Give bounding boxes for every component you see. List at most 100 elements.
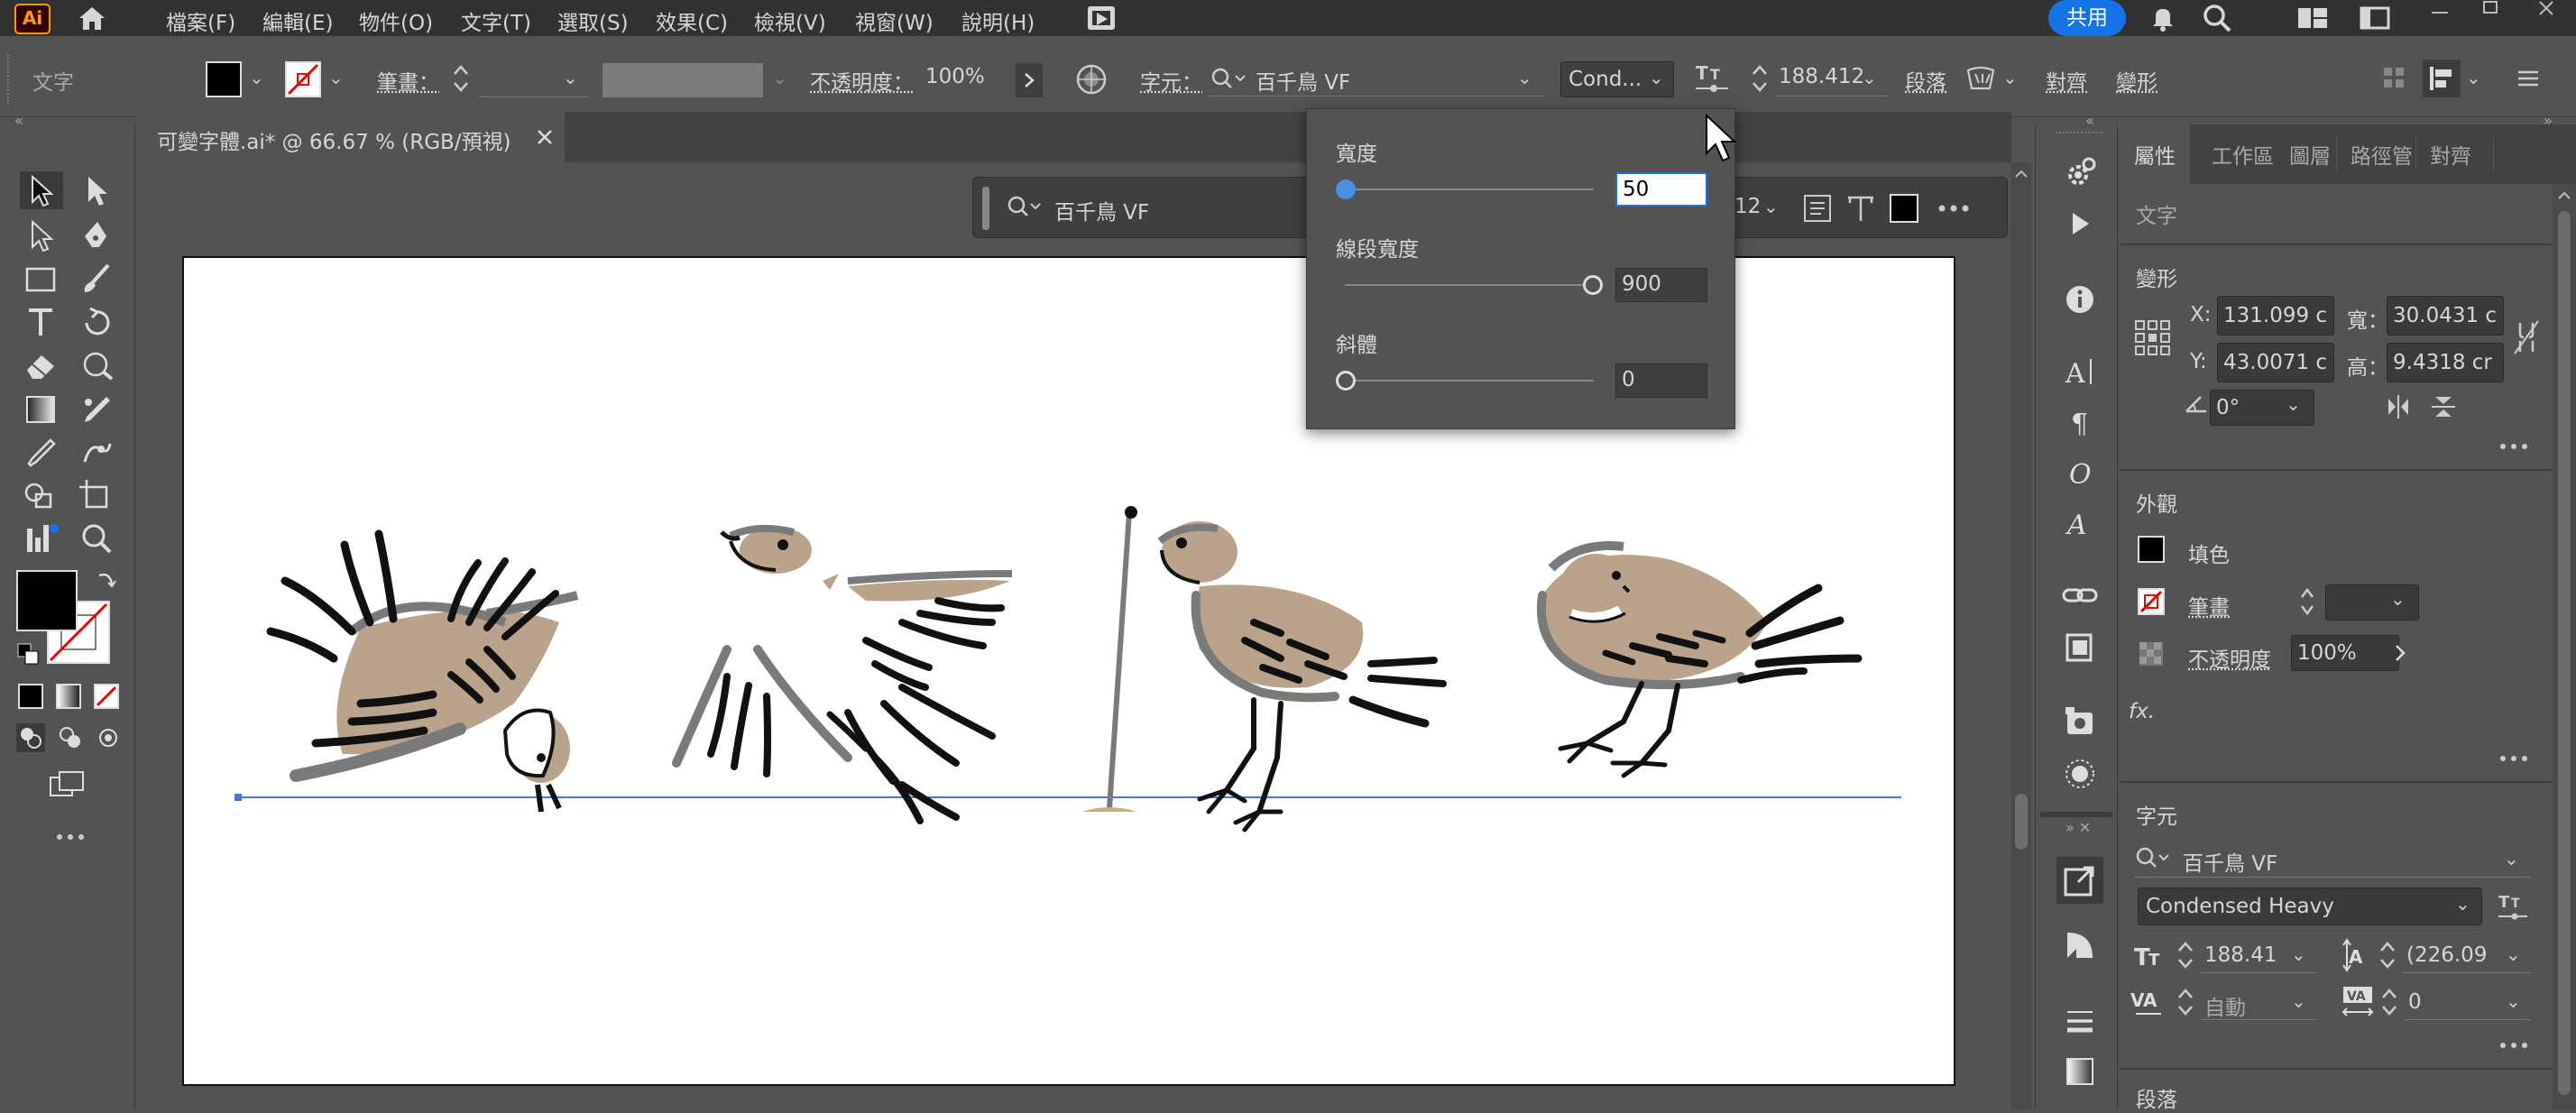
width-slider-handle[interactable]: [1336, 179, 1356, 199]
gradient-panel-icon[interactable]: [2064, 1055, 2096, 1088]
eraser-tool-icon[interactable]: [20, 346, 63, 384]
leading-value[interactable]: (226.09: [2406, 943, 2487, 967]
font-size-stepper[interactable]: [1746, 60, 1773, 97]
direct-selection-tool-icon[interactable]: [76, 171, 119, 209]
properties-scroll-up[interactable]: [2554, 186, 2574, 206]
paragraph-icon[interactable]: ¶: [2065, 404, 2098, 440]
align-dropdown[interactable]: ⌄: [2466, 67, 2481, 88]
tab-pathfinder[interactable]: 路徑管: [2351, 139, 2413, 170]
type-options-icon[interactable]: [1963, 61, 2002, 97]
eyedropper-blend-tool-icon[interactable]: [76, 390, 119, 428]
asset-export-icon[interactable]: [2062, 704, 2098, 740]
font-size-dropdown[interactable]: ⌄: [1862, 67, 1877, 88]
appearance-fill-swatch[interactable]: [2138, 536, 2165, 563]
search-icon[interactable]: [2201, 2, 2233, 34]
brush-definition-dropdown[interactable]: ⌄: [772, 67, 787, 88]
export-for-screens-icon[interactable]: [2056, 857, 2103, 904]
appearance-opacity-arrow[interactable]: [2387, 635, 2414, 671]
edit-toolbar-more-icon[interactable]: [52, 830, 88, 844]
kerning-stepper[interactable]: [2174, 983, 2197, 1021]
screen-mode-icon[interactable]: [47, 768, 87, 801]
scroll-thumb[interactable]: [2015, 794, 2028, 850]
variable-font-popup[interactable]: 寬度 50 線段寬度 900 斜體 0: [1306, 108, 1735, 429]
font-family-dropdown[interactable]: ⌄: [1517, 67, 1532, 88]
tracking-dropdown[interactable]: ⌄: [2506, 990, 2521, 1012]
align-label[interactable]: 對齊: [2046, 65, 2087, 96]
menu-select[interactable]: 選取(S): [557, 5, 629, 36]
menu-window[interactable]: 視窗(W): [855, 5, 934, 36]
appearance-opacity-icon[interactable]: [2138, 640, 2165, 667]
fill-color-large-swatch-top[interactable]: [16, 570, 78, 631]
variable-font-icon[interactable]: TT: [1692, 60, 1732, 99]
menu-type[interactable]: 文字(T): [461, 5, 531, 36]
rectangle-tool-icon[interactable]: [20, 260, 63, 298]
appearance-stroke-dropdown[interactable]: ⌄: [2390, 588, 2406, 610]
control-bar-menu-icon[interactable]: [2515, 65, 2542, 92]
brush-definition-field[interactable]: [603, 63, 763, 97]
flip-vertical-icon[interactable]: [2430, 393, 2457, 420]
character-variable-font-icon[interactable]: TT: [2497, 889, 2531, 924]
character-font-family-dropdown[interactable]: ⌄: [2504, 848, 2519, 869]
contextual-color-swatch[interactable]: [1890, 194, 1918, 223]
contextual-more-icon[interactable]: [1937, 201, 1973, 216]
stroke-swatch[interactable]: [285, 61, 321, 97]
graph-tool-icon[interactable]: [20, 520, 63, 557]
properties-gear-icon[interactable]: [2060, 153, 2100, 193]
contextual-type-icon[interactable]: [1845, 192, 1877, 225]
kerning-dropdown[interactable]: ⌄: [2291, 990, 2306, 1012]
appearance-opacity-field[interactable]: 100%: [2291, 635, 2399, 671]
slant-value-field[interactable]: 0: [1615, 363, 1707, 398]
tab-artboards[interactable]: 工作區: [2212, 139, 2274, 170]
share-button[interactable]: 共用: [2048, 0, 2126, 36]
rotate-tool-icon[interactable]: [76, 303, 119, 341]
character-more-icon[interactable]: [2498, 1039, 2529, 1052]
appearance-stroke-stepper[interactable]: [2295, 583, 2320, 621]
fill-swatch[interactable]: [206, 61, 242, 97]
weight-slider[interactable]: [1334, 271, 1605, 299]
artboard-tool-icon[interactable]: [76, 476, 119, 514]
maximize-icon[interactable]: [2477, 0, 2504, 18]
slant-slider-handle[interactable]: [1336, 371, 1356, 391]
constrain-proportions-icon[interactable]: [2511, 317, 2542, 357]
align-to-selection-icon[interactable]: [2423, 60, 2461, 97]
menu-file[interactable]: 檔案(F): [166, 5, 235, 36]
default-colors-icon[interactable]: [16, 642, 40, 666]
shape-builder-tool-icon[interactable]: [20, 476, 63, 514]
character-size-stepper[interactable]: [2174, 936, 2197, 974]
opacity-value[interactable]: 100%: [925, 65, 985, 88]
strip2-collapse-arrows[interactable]: » ✕: [2065, 819, 2091, 836]
type-tool-icon[interactable]: [20, 303, 63, 341]
properties-scroll-thumb[interactable]: [2558, 211, 2571, 1095]
fill-dropdown-chevron[interactable]: ⌄: [249, 67, 264, 88]
puppet-warp-tool-icon[interactable]: [76, 433, 119, 471]
pen-tool-icon[interactable]: [76, 216, 119, 254]
stroke-weight-dropdown[interactable]: ⌄: [563, 67, 578, 88]
width-value-field[interactable]: 50: [1615, 172, 1707, 207]
workspace-switcher-icon[interactable]: [2296, 5, 2329, 31]
character-font-style-dropdown[interactable]: ⌄: [2455, 893, 2470, 915]
effects-fx-button[interactable]: fx.: [2129, 700, 2155, 723]
stroke-weight-stepper[interactable]: [447, 60, 474, 97]
tab-properties[interactable]: 屬性: [2120, 124, 2190, 184]
paintbrush-tool-icon[interactable]: [76, 260, 119, 298]
leading-dropdown[interactable]: ⌄: [2506, 943, 2521, 965]
draw-behind-icon[interactable]: [56, 723, 85, 752]
leading-stepper[interactable]: [2376, 936, 2399, 974]
transparency-gradient-icon[interactable]: [2064, 929, 2096, 961]
x-position-field[interactable]: 131.099 c: [2217, 296, 2334, 336]
menu-object[interactable]: 物件(O): [359, 5, 433, 36]
tab-align[interactable]: 對齊: [2430, 139, 2471, 170]
arrange-documents-icon[interactable]: [1086, 4, 1117, 32]
opacity-expand-arrow[interactable]: [1016, 63, 1043, 97]
character-font-style-field[interactable]: Condensed Heavy: [2138, 888, 2482, 925]
tracking-stepper[interactable]: [2378, 983, 2401, 1021]
width-slider[interactable]: [1334, 176, 1605, 203]
contextual-font-size-partial[interactable]: 12: [1734, 195, 1761, 218]
gradient-mode-icon[interactable]: [56, 684, 81, 709]
appearance-stroke-swatch[interactable]: [2138, 588, 2165, 615]
tracking-value[interactable]: 0: [2408, 990, 2422, 1014]
character-font-search-icon[interactable]: [2134, 842, 2174, 875]
image-trace-icon[interactable]: [2062, 630, 2098, 666]
actions-play-icon[interactable]: [2064, 207, 2096, 240]
font-size-value[interactable]: 188.412: [1779, 65, 1864, 88]
